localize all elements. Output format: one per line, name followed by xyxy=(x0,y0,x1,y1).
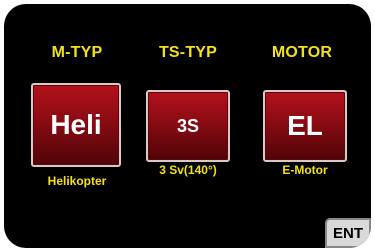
swashplate-type-column: TS-TYP 3S 3 Sv(140°) xyxy=(133,4,243,248)
model-type-button[interactable]: Heli xyxy=(31,83,121,167)
display-screen: M-TYP Heli Helikopter TS-TYP 3S 3 Sv(140… xyxy=(4,4,371,248)
model-type-header: M-TYP xyxy=(51,44,103,61)
ent-button[interactable]: ENT xyxy=(325,218,371,248)
motor-header: MOTOR xyxy=(271,44,333,61)
model-type-column: M-TYP Heli Helikopter xyxy=(22,4,132,248)
swashplate-type-button[interactable]: 3S xyxy=(146,90,230,162)
model-type-caption: Helikopter xyxy=(47,174,107,188)
motor-type-button[interactable]: EL xyxy=(263,90,347,162)
motor-type-caption: E-Motor xyxy=(282,163,328,177)
swashplate-type-header: TS-TYP xyxy=(158,44,218,61)
swashplate-type-caption: 3 Sv(140°) xyxy=(159,163,217,177)
motor-column: MOTOR EL E-Motor xyxy=(247,4,357,248)
